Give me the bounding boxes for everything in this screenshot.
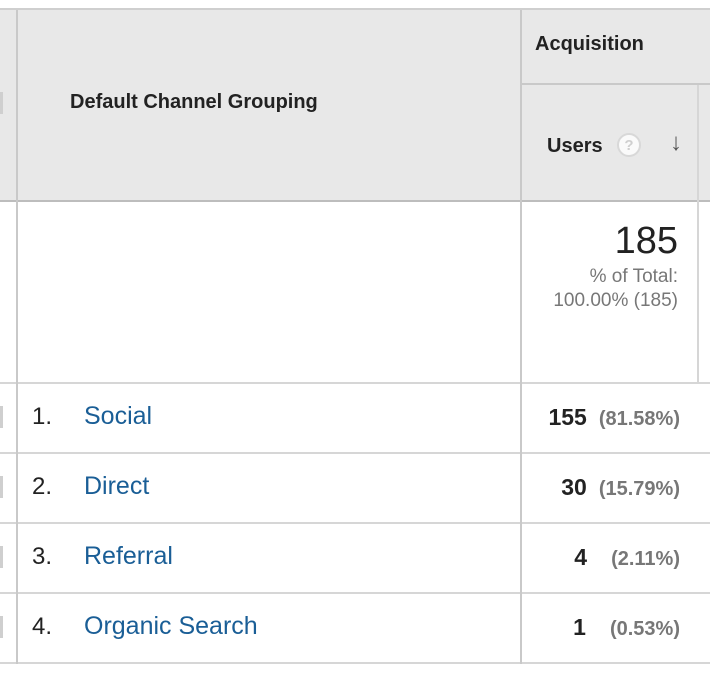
row-users-value-group: 1 (0.53%) [573, 614, 680, 641]
metric-column-divider [520, 10, 522, 664]
row-users-value-group: 155 (81.58%) [548, 404, 680, 431]
row4-bottom-border [0, 662, 710, 664]
sort-descending-icon[interactable]: ↓ [670, 129, 682, 157]
row-users-percent: (2.11%) [611, 548, 680, 570]
help-icon[interactable]: ? [617, 133, 641, 157]
top-border [0, 8, 710, 10]
totals-bottom-border [0, 382, 710, 384]
row-users-percent: (15.79%) [598, 478, 680, 500]
channel-link-referral[interactable]: Referral [84, 542, 173, 571]
channel-link-social[interactable]: Social [84, 402, 152, 431]
row-users-value: 4 [574, 544, 588, 570]
row-index: 1. [32, 403, 53, 430]
row-users-value-group: 30 (15.79%) [561, 474, 680, 501]
row-users-value-group: 4 (2.11%) [574, 544, 680, 571]
left-column-divider [16, 10, 18, 664]
row-users-value: 1 [573, 614, 586, 640]
total-percent-label: % of Total: [589, 266, 678, 287]
row1-grip [0, 406, 3, 428]
row2-grip [0, 476, 3, 498]
row1-bottom-border [0, 452, 710, 454]
row3-bottom-border [0, 592, 710, 594]
row-users-percent: (81.58%) [598, 408, 680, 430]
acquisition-bottom-border [522, 83, 710, 85]
users-column-header[interactable]: Users [547, 135, 603, 158]
acquisition-group-header: Acquisition [535, 33, 644, 55]
row-users-value: 155 [548, 404, 587, 430]
row-users-percent: (0.53%) [609, 618, 680, 640]
row2-bottom-border [0, 522, 710, 524]
row4-grip [0, 616, 3, 638]
total-percent-value: 100.00% (185) [553, 290, 678, 311]
total-users-value: 185 [614, 220, 678, 262]
header-bottom-border [0, 200, 710, 202]
users-right-divider [697, 85, 699, 382]
channel-link-organic-search[interactable]: Organic Search [84, 612, 258, 641]
header-grip [0, 92, 3, 114]
row-index: 4. [32, 613, 53, 640]
row-index: 2. [32, 473, 53, 500]
row-index: 3. [32, 543, 53, 570]
dimension-column-header[interactable]: Default Channel Grouping [70, 91, 318, 114]
row-users-value: 30 [561, 474, 587, 500]
row3-grip [0, 546, 3, 568]
channel-link-direct[interactable]: Direct [84, 472, 149, 501]
